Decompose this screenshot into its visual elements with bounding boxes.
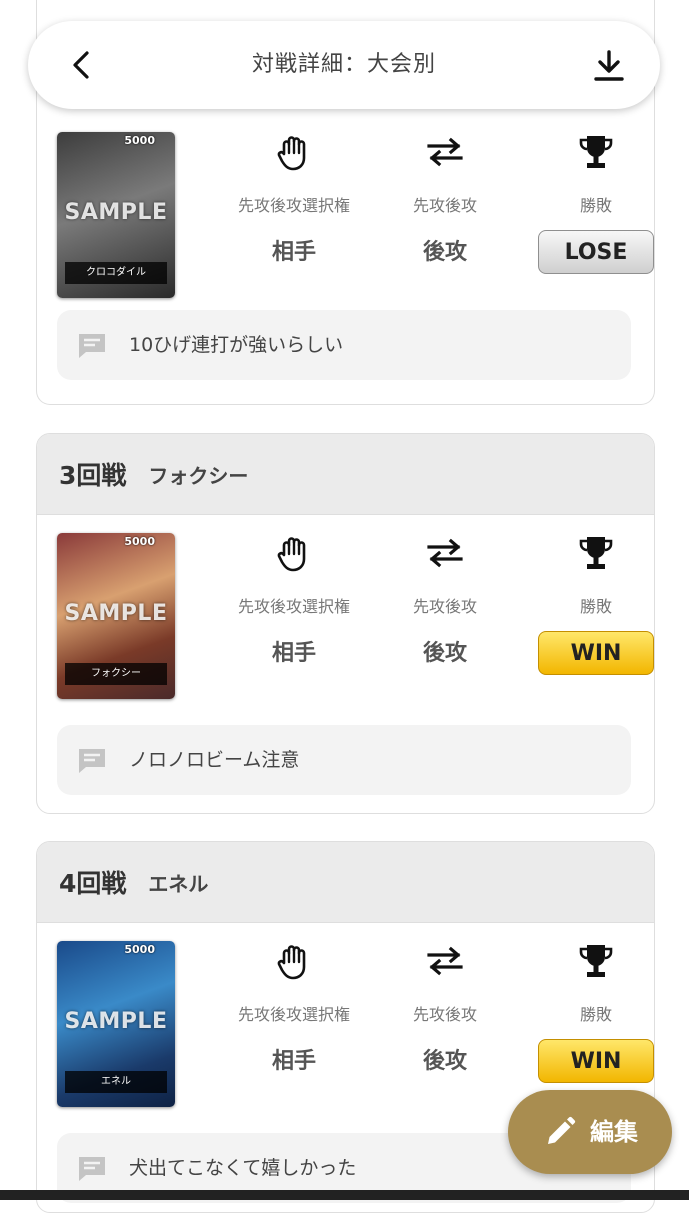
card-name: クロコダイル — [65, 262, 167, 284]
order-label: 先攻後攻 — [412, 196, 477, 215]
order-value: 後攻 — [422, 240, 467, 265]
card-watermark: SAMPLE — [64, 601, 168, 626]
swap-arrows-icon — [427, 946, 463, 976]
memo-box: ノロノロビーム注意 — [57, 725, 631, 795]
card-watermark: SAMPLE — [64, 200, 168, 225]
choice-stat: 先攻後攻選択権 相手 — [219, 132, 369, 266]
result-badge: WIN — [538, 1039, 654, 1083]
match-card-header: 3回戦 フォクシー — [37, 434, 654, 515]
match-card: 3回戦 フォクシー 5000 SAMPLE フォクシー 先攻後攻選択権 相手 先… — [36, 433, 655, 814]
leader-card-image[interactable]: 5000 SAMPLE クロコダイル — [57, 132, 175, 298]
result-stat: 勝敗 WIN — [521, 941, 654, 1083]
match-card-body: 5000 SAMPLE クロコダイル 先攻後攻選択権 相手 先攻後攻 後攻 勝敗… — [37, 114, 654, 404]
choice-value: 相手 — [271, 240, 316, 265]
match-card-header: 4回戦 エネル — [37, 842, 654, 923]
hand-icon — [277, 136, 306, 171]
match-card-body: 5000 SAMPLE フォクシー 先攻後攻選択権 相手 先攻後攻 後攻 勝敗 … — [37, 515, 654, 801]
leader-card-image[interactable]: 5000 SAMPLE エネル — [57, 941, 175, 1107]
top-app-bar: 対戦詳細：大会別 — [28, 21, 660, 109]
result-badge: LOSE — [538, 230, 654, 274]
result-label: 勝敗 — [579, 597, 612, 616]
order-label: 先攻後攻 — [412, 597, 477, 616]
trophy-icon — [579, 136, 613, 168]
choice-label: 先攻後攻選択権 — [237, 597, 350, 616]
page-title: 対戦詳細：大会別 — [251, 52, 436, 77]
card-cost: 5000 — [124, 134, 155, 147]
swap-arrows-icon — [427, 538, 463, 568]
card-name: フォクシー — [65, 663, 167, 685]
order-stat: 先攻後攻 後攻 — [370, 533, 520, 667]
download-icon[interactable] — [592, 49, 626, 83]
order-label: 先攻後攻 — [412, 1005, 477, 1024]
choice-stat: 先攻後攻選択権 相手 — [219, 941, 369, 1075]
swap-arrows-icon — [427, 137, 463, 167]
edit-button-label: 編集 — [590, 1118, 638, 1146]
order-value: 後攻 — [422, 1049, 467, 1074]
memo-box: 10ひげ連打が強いらしい — [57, 310, 631, 380]
order-stat: 先攻後攻 後攻 — [370, 941, 520, 1075]
opponent-name: エネル — [148, 871, 209, 896]
choice-value: 相手 — [271, 1049, 316, 1074]
card-name: エネル — [65, 1071, 167, 1093]
choice-label: 先攻後攻選択権 — [237, 1005, 350, 1024]
result-stat: 勝敗 WIN — [521, 533, 654, 675]
choice-stat: 先攻後攻選択権 相手 — [219, 533, 369, 667]
card-watermark: SAMPLE — [64, 1009, 168, 1034]
order-value: 後攻 — [422, 641, 467, 666]
round-label: 4回戦 — [59, 869, 127, 898]
choice-label: 先攻後攻選択権 — [237, 196, 350, 215]
leader-card-image[interactable]: 5000 SAMPLE フォクシー — [57, 533, 175, 699]
result-badge: WIN — [538, 631, 654, 675]
hand-icon — [277, 537, 306, 572]
opponent-name: フォクシー — [148, 463, 249, 488]
result-label: 勝敗 — [579, 1005, 612, 1024]
memo-text: ノロノロビーム注意 — [129, 749, 300, 771]
order-stat: 先攻後攻 後攻 — [370, 132, 520, 266]
hand-icon — [277, 945, 306, 980]
comment-icon — [79, 1157, 105, 1181]
comment-icon — [79, 749, 105, 773]
choice-value: 相手 — [271, 641, 316, 666]
edit-button[interactable]: 編集 — [508, 1090, 672, 1174]
result-label: 勝敗 — [579, 196, 612, 215]
result-stat: 勝敗 LOSE — [521, 132, 654, 274]
pencil-icon — [548, 1116, 576, 1144]
memo-text: 10ひげ連打が強いらしい — [129, 334, 344, 356]
round-label: 3回戦 — [59, 461, 127, 490]
trophy-icon — [579, 945, 613, 977]
card-cost: 5000 — [124, 943, 155, 956]
system-navigation-bar — [0, 1190, 689, 1200]
comment-icon — [79, 334, 105, 358]
card-cost: 5000 — [124, 535, 155, 548]
trophy-icon — [579, 537, 613, 569]
